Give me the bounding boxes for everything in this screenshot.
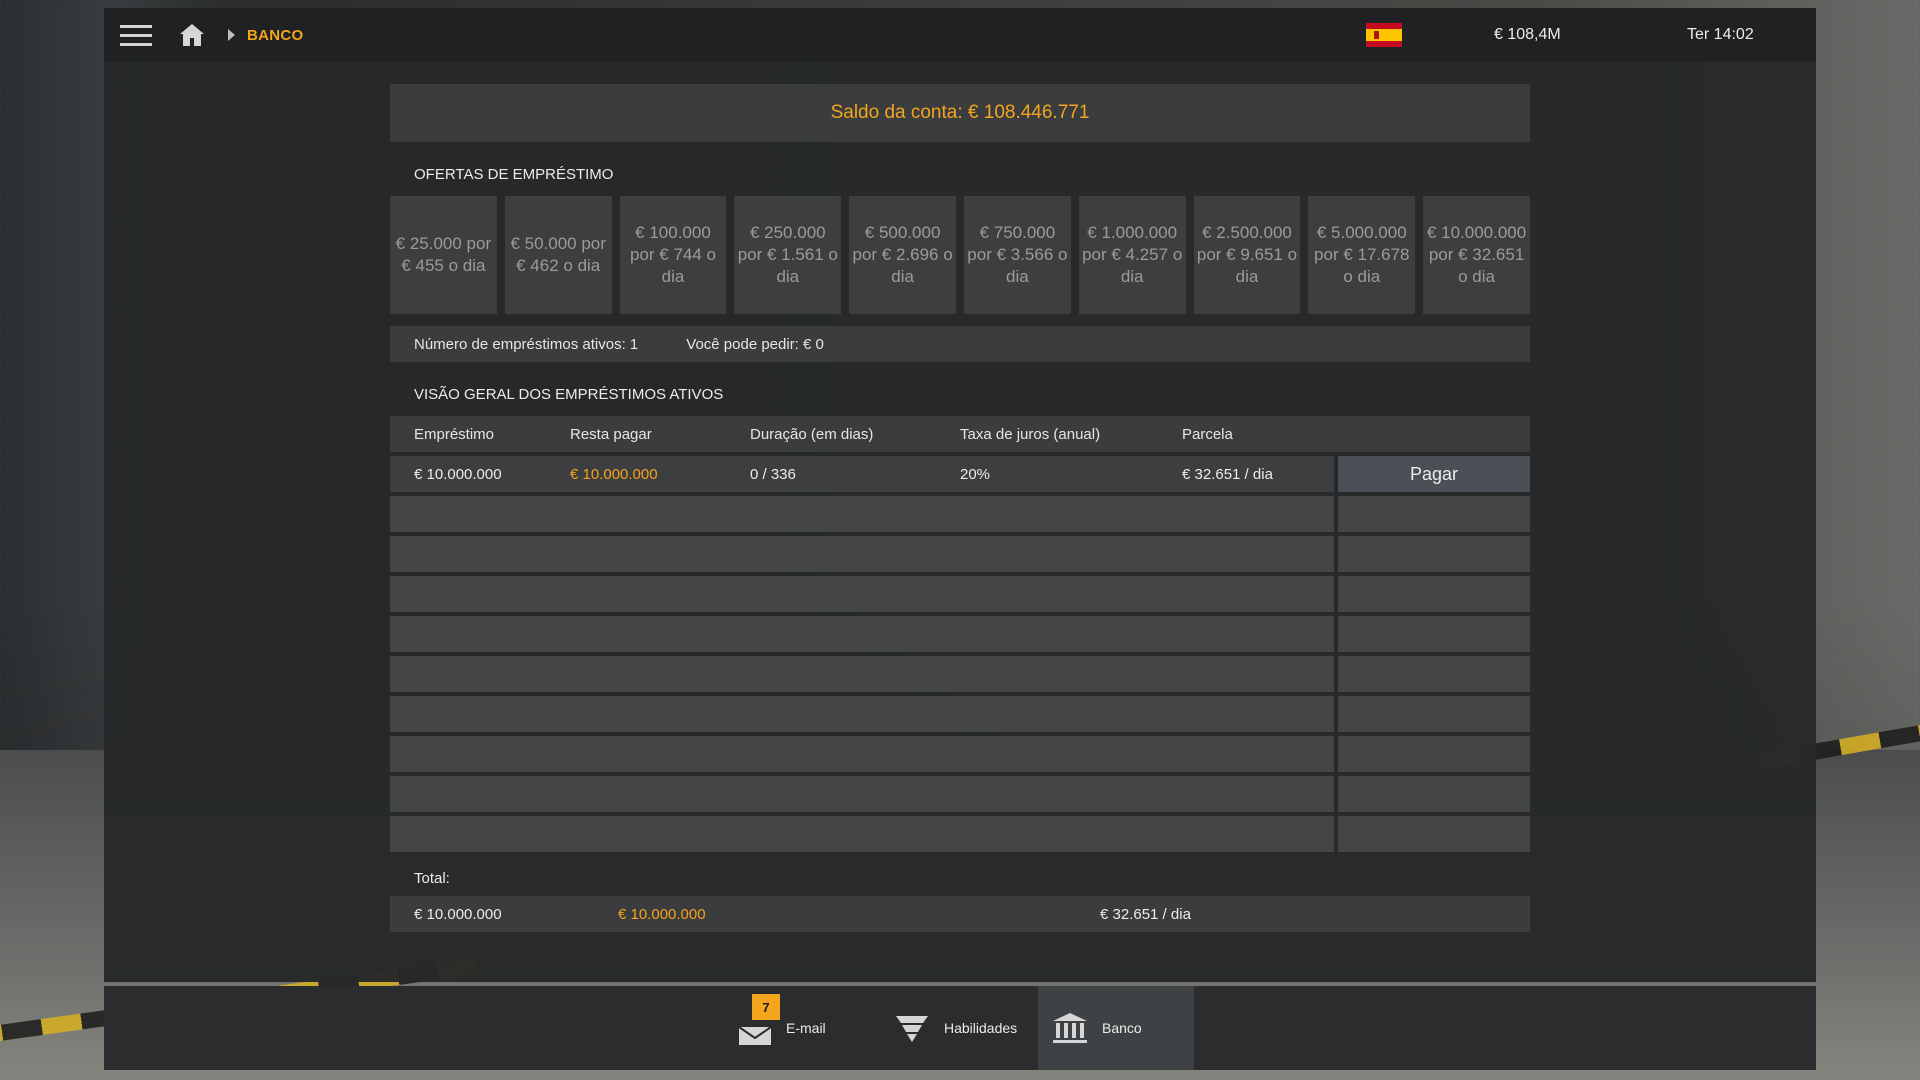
empty-button-cell [1338,816,1530,852]
loan-offer[interactable]: € 2.500.000 por € 9.651 o dia [1193,196,1301,314]
empty-cell [390,816,1334,852]
dock-email-label: E-mail [786,1020,826,1036]
bank-icon [1053,1013,1087,1043]
dock-bank[interactable]: Banco [1038,986,1194,1070]
overview-title: VISÃO GERAL DOS EMPRÉSTIMOS ATIVOS [414,386,724,403]
table-row-empty [390,536,1530,572]
breadcrumb-chevron-icon [228,29,235,41]
home-icon[interactable] [172,8,212,62]
spain-flag-icon[interactable] [1366,23,1402,47]
loan-offer[interactable]: € 1.000.000 por € 4.257 o dia [1078,196,1186,314]
column-header-installment: Parcela [1182,425,1233,443]
bank-panel: Saldo da conta: € 108.446.771 OFERTAS DE… [104,62,1816,982]
loan-amount: € 10.000.000 [414,465,502,483]
loans-table-body: € 10.000.000 € 10.000.000 0 / 336 20% € … [390,456,1530,852]
hamburger-menu-icon[interactable] [104,8,168,62]
loan-duration: 0 / 336 [750,465,796,483]
loan-row-details: € 10.000.000 € 10.000.000 0 / 336 20% € … [390,456,1334,492]
table-row-empty [390,656,1530,692]
total-remaining: € 10.000.000 [618,905,706,923]
column-header-rate: Taxa de juros (anual) [960,425,1101,443]
loan-offer[interactable]: € 500.000 por € 2.696 o dia [849,196,956,314]
column-header-remaining: Resta pagar [570,425,652,443]
loan-offer[interactable]: € 10.000.000 por € 32.651 o dia [1423,196,1530,314]
empty-button-cell [1338,576,1530,612]
loan-rate: 20% [960,465,991,483]
dock-skills-label: Habilidades [944,1020,1018,1036]
loan-offer[interactable]: € 50.000 por € 462 o dia [504,196,612,314]
money-display: € 108,4M [1494,26,1561,43]
skills-icon [896,1016,928,1042]
table-row: € 10.000.000 € 10.000.000 0 / 336 20% € … [390,456,1530,492]
total-bar: € 10.000.000 € 10.000.000 € 32.651 / dia [390,896,1530,932]
total-loan: € 10.000.000 [414,905,502,923]
empty-cell [390,576,1334,612]
total-installment: € 32.651 / dia [1100,905,1191,923]
column-header-duration: Duração (em dias) [750,425,874,443]
email-count-badge: 7 [752,994,780,1020]
empty-button-cell [1338,656,1530,692]
loans-table-header: Empréstimo Resta pagar Duração (em dias)… [390,416,1530,452]
loan-offer[interactable]: € 750.000 por € 3.566 o dia [963,196,1071,314]
table-row-empty [390,696,1530,732]
table-row-empty [390,736,1530,772]
active-loans-count: Número de empréstimos ativos: 1 [414,335,639,353]
empty-button-cell [1338,496,1530,532]
loan-offers: € 25.000 por € 455 o dia € 50.000 por € … [390,196,1530,314]
table-row-empty [390,576,1530,612]
empty-button-cell [1338,736,1530,772]
empty-cell [390,656,1334,692]
table-row-empty [390,496,1530,532]
empty-cell [390,696,1334,732]
table-row-empty [390,776,1530,812]
loan-info-bar: Número de empréstimos ativos: 1 Você pod… [390,326,1530,362]
empty-cell [390,536,1334,572]
account-balance-text: Saldo da conta: € 108.446.771 [830,102,1090,123]
table-row-empty [390,616,1530,652]
loan-offer[interactable]: € 100.000 por € 744 o dia [619,196,727,314]
empty-button-cell [1338,776,1530,812]
empty-cell [390,616,1334,652]
empty-cell [390,776,1334,812]
offers-title: OFERTAS DE EMPRÉSTIMO [414,166,614,183]
empty-cell [390,736,1334,772]
bottom-dock: 7 E-mail Habilidades Banco [104,986,1816,1070]
game-clock: Ter 14:02 [1687,26,1754,43]
loan-remaining: € 10.000.000 [570,465,658,483]
top-bar: BANCO € 108,4M Ter 14:02 [104,8,1816,62]
bank-content: Saldo da conta: € 108.446.771 OFERTAS DE… [390,84,1530,932]
breadcrumb[interactable]: BANCO [247,27,304,44]
empty-cell [390,496,1334,532]
column-header-loan: Empréstimo [414,425,495,443]
loan-installment: € 32.651 / dia [1182,465,1273,483]
table-row-empty [390,816,1530,852]
empty-button-cell [1338,536,1530,572]
total-label: Total: [414,870,450,887]
dock-bank-label: Banco [1102,1020,1142,1036]
dock-skills[interactable]: Habilidades [880,986,1031,1070]
borrow-limit: Você pode pedir: € 0 [686,335,824,353]
pay-button[interactable]: Pagar [1338,456,1530,492]
empty-button-cell [1338,616,1530,652]
empty-button-cell [1338,696,1530,732]
loan-offer[interactable]: € 5.000.000 por € 17.678 o dia [1308,196,1416,314]
loan-offer[interactable]: € 250.000 por € 1.561 o dia [734,196,842,314]
account-balance: Saldo da conta: € 108.446.771 [390,84,1530,142]
dock-email[interactable]: 7 E-mail [724,986,840,1070]
loan-offer[interactable]: € 25.000 por € 455 o dia [390,196,497,314]
